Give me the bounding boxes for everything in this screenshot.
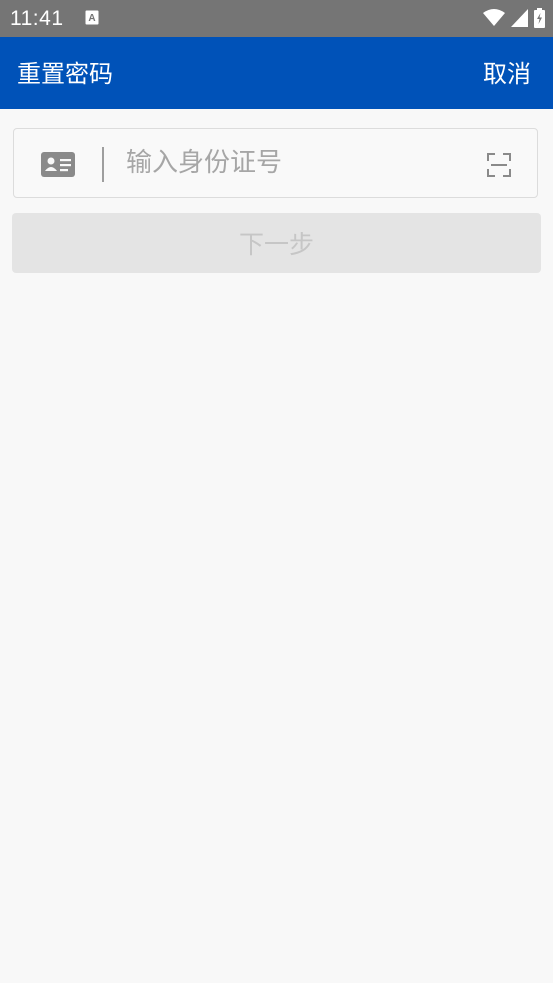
wifi-icon	[483, 9, 505, 26]
svg-text:A: A	[88, 13, 95, 24]
next-step-button[interactable]: 下一步	[12, 213, 541, 273]
id-number-field[interactable]	[13, 128, 538, 198]
id-card-icon	[41, 152, 75, 177]
status-bar: 11:41 A	[0, 0, 553, 37]
notification-a-icon: A	[85, 10, 99, 25]
status-icons	[483, 8, 545, 28]
signal-icon	[511, 9, 528, 27]
id-number-input[interactable]	[126, 143, 466, 183]
cancel-button[interactable]: 取消	[483, 59, 531, 89]
page-title: 重置密码	[17, 60, 113, 88]
battery-charging-icon	[534, 8, 545, 28]
status-time: 11:41	[10, 7, 64, 30]
app-bar: 重置密码 取消	[0, 37, 553, 109]
field-divider	[102, 147, 104, 182]
scan-icon[interactable]	[487, 153, 511, 177]
